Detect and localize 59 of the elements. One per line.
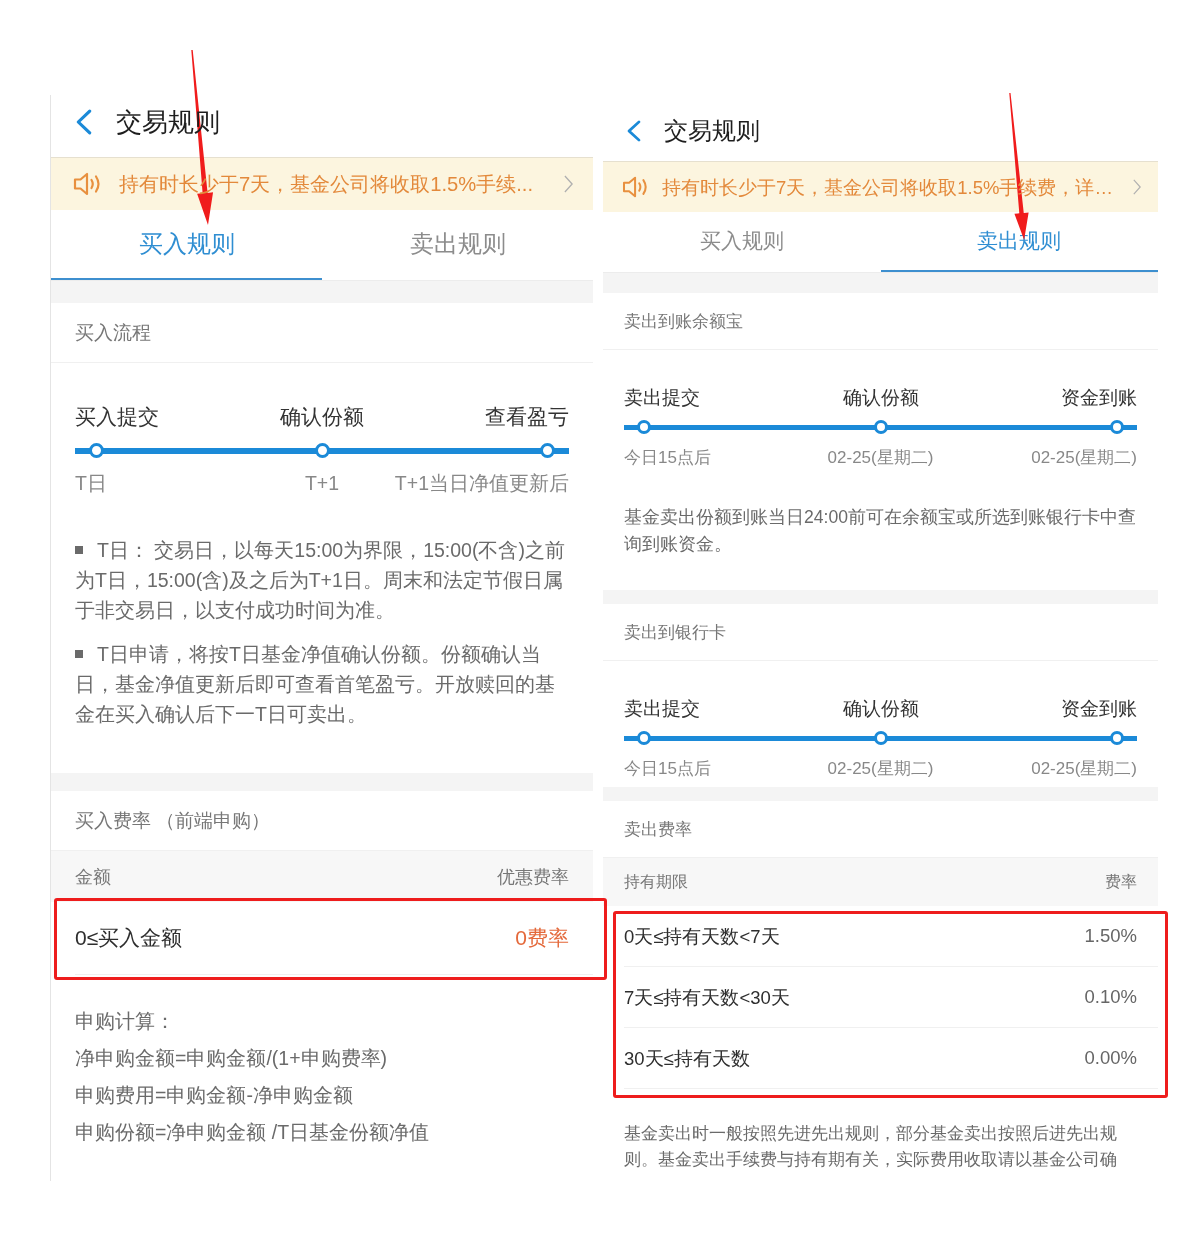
step-label: 查看盈亏: [485, 404, 569, 430]
step-time: 02-25(星期二): [827, 447, 934, 469]
column-header: 优惠费率: [497, 865, 569, 889]
note-text: 基金卖出时一般按照先进先出规则，部分基金卖出按照后进先出规则。基金卖出手续费与持有期有关，实际费用收取请以基金公司确: [624, 1122, 1118, 1171]
table-cell: 0.10%: [1084, 986, 1137, 1008]
chevron-right-icon: [1133, 179, 1141, 195]
speaker-icon: [622, 175, 650, 199]
step-time: 02-25(星期二): [1031, 758, 1137, 780]
table-cell-text: 0费率: [515, 925, 569, 951]
chevron-right-icon: [564, 175, 573, 193]
section-title: 卖出到银行卡: [624, 621, 726, 644]
note-text: T日： 交易日，以每天15:00为界限，15:00(不含)之前为T日，15:00(含)及之后为T+1日。周末和法定节假日属于非交易日，以支付成功时间为准。: [75, 538, 566, 623]
step-label: 确认份额: [842, 386, 919, 410]
table-cell-text: 7天≤持有天数<30天: [624, 985, 790, 1010]
step-label: 资金到账: [1061, 697, 1137, 721]
step-time: T+1当日净值更新后: [394, 471, 569, 495]
note-text: 净申购金额=申购金额/(1+申购费率): [75, 1046, 389, 1071]
table-cell: 0.00%: [1084, 1047, 1137, 1069]
step-label: 卖出提交: [624, 697, 700, 721]
timeline-node-icon: [1110, 731, 1124, 745]
step-label: 确认份额: [842, 697, 919, 721]
back-icon[interactable]: [627, 119, 641, 142]
step-time: T+1: [304, 471, 340, 495]
step-time: 今日15点后: [624, 758, 711, 780]
note-text: 申购份额=净申购金额 /T日基金份额净值: [75, 1120, 431, 1145]
section-title: 买入费率 （前端申购）: [75, 808, 271, 833]
timeline-node-icon: [540, 443, 555, 458]
timeline-node-icon: [637, 731, 651, 745]
timeline-node-icon: [1110, 420, 1124, 434]
step-label: 确认份额: [280, 404, 364, 430]
section-title: 买入流程: [75, 320, 151, 345]
step-label: 买入提交: [75, 404, 159, 430]
note-text: 基金卖出份额到账当日24:00前可在余额宝或所选到账银行卡中查询到账资金。: [624, 506, 1137, 556]
table-cell-text: 0天≤持有天数<7天: [624, 924, 780, 949]
table-cell: 1.50%: [1084, 925, 1137, 947]
section-title: 卖出到账余额宝: [624, 310, 743, 333]
column-header: 持有期限: [624, 871, 688, 892]
table-cell-text: 0≤买入金额: [75, 925, 183, 951]
column-header: 金额: [75, 865, 111, 889]
note-text: 申购费用=申购金额-净申购金额: [75, 1083, 354, 1108]
step-label: 卖出提交: [624, 386, 700, 410]
note-text: 申购计算：: [75, 1009, 176, 1034]
back-icon[interactable]: [76, 109, 92, 135]
column-header: 费率: [1105, 871, 1137, 892]
step-time: 02-25(星期二): [827, 758, 934, 780]
section-title: 卖出费率: [624, 818, 692, 841]
timeline-node-icon: [89, 443, 104, 458]
timeline-node-icon: [637, 420, 651, 434]
step-label: 资金到账: [1061, 386, 1137, 410]
table-cell-text: 30天≤持有天数: [624, 1046, 750, 1071]
speaker-icon: [73, 171, 103, 197]
note-text: T日申请，将按T日基金净值确认份额。份额确认当日，基金净值更新后即可查看首笔盈亏。开放赎回的基金在买入确认后下一T日可卖出。: [75, 642, 556, 727]
step-time: 今日15点后: [624, 447, 711, 469]
step-time: T日: [75, 471, 107, 495]
timeline-node-icon: [873, 731, 888, 745]
page-title: 交易规则: [664, 115, 760, 146]
timeline-node-icon: [314, 443, 330, 458]
timeline-node-icon: [873, 420, 888, 434]
step-time: 02-25(星期二): [1031, 447, 1137, 469]
